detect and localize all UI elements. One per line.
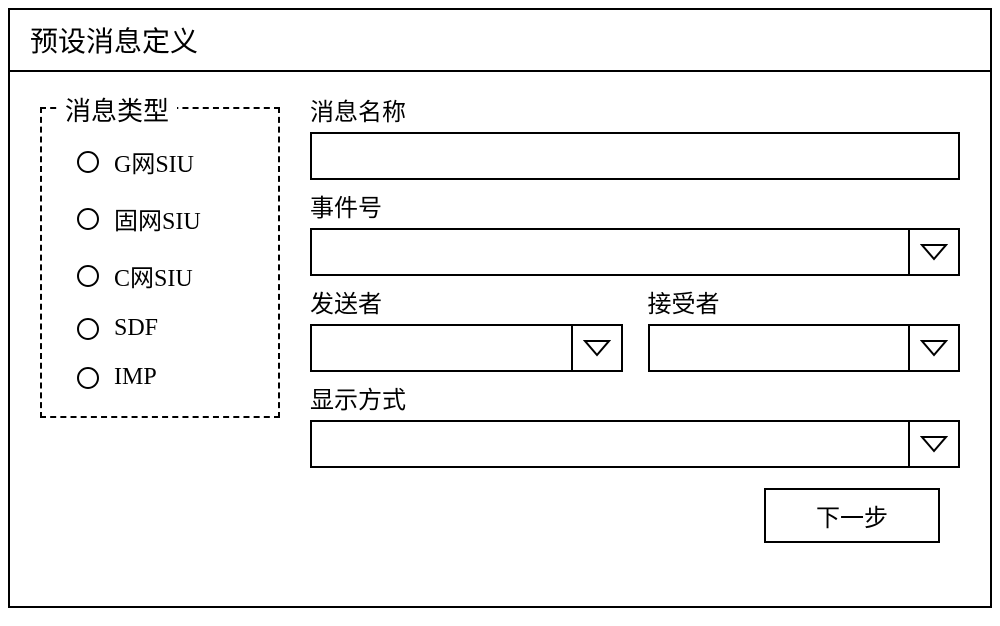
radio-icon bbox=[77, 318, 99, 340]
next-button-label: 下一步 bbox=[816, 506, 888, 532]
display-mode-label: 显示方式 bbox=[310, 380, 960, 415]
right-panel: 消息名称 事件号 发送者 bbox=[310, 92, 960, 597]
radio-sdf[interactable]: SDF bbox=[77, 315, 263, 342]
window-title: 预设消息定义 bbox=[30, 27, 198, 58]
event-number-value bbox=[312, 230, 908, 274]
radio-label: IMP bbox=[114, 364, 157, 391]
receiver-group: 接受者 bbox=[648, 284, 961, 372]
display-mode-value bbox=[312, 422, 908, 466]
radio-label: SDF bbox=[114, 315, 158, 342]
receiver-value bbox=[650, 326, 909, 370]
receiver-label: 接受者 bbox=[648, 284, 961, 319]
dialog-window: 预设消息定义 消息类型 G网SIU 固网SIU C网SIU bbox=[8, 8, 992, 608]
radio-fixed-siu[interactable]: 固网SIU bbox=[77, 201, 263, 236]
radio-label: C网SIU bbox=[114, 258, 193, 293]
event-number-group: 事件号 bbox=[310, 188, 960, 276]
sender-value bbox=[312, 326, 571, 370]
left-panel: 消息类型 G网SIU 固网SIU C网SIU bbox=[40, 92, 280, 597]
display-mode-group: 显示方式 bbox=[310, 380, 960, 468]
message-name-input[interactable] bbox=[310, 132, 960, 180]
radio-icon bbox=[77, 208, 99, 230]
radio-c-siu[interactable]: C网SIU bbox=[77, 258, 263, 293]
title-bar: 预设消息定义 bbox=[10, 10, 990, 72]
next-button[interactable]: 下一步 bbox=[764, 488, 940, 543]
message-name-label: 消息名称 bbox=[310, 92, 960, 127]
sender-dropdown[interactable] bbox=[310, 324, 623, 372]
content-area: 消息类型 G网SIU 固网SIU C网SIU bbox=[10, 72, 990, 612]
chevron-down-icon bbox=[908, 230, 958, 274]
display-mode-dropdown[interactable] bbox=[310, 420, 960, 468]
radio-imp[interactable]: IMP bbox=[77, 364, 263, 391]
radio-icon bbox=[77, 265, 99, 287]
sender-receiver-row: 发送者 接受者 bbox=[310, 284, 960, 372]
radio-label: 固网SIU bbox=[114, 201, 201, 236]
message-type-fieldset: 消息类型 G网SIU 固网SIU C网SIU bbox=[40, 107, 280, 418]
event-number-label: 事件号 bbox=[310, 188, 960, 223]
message-type-legend: 消息类型 bbox=[57, 91, 177, 128]
radio-label: G网SIU bbox=[114, 144, 194, 179]
radio-icon bbox=[77, 151, 99, 173]
message-type-radio-group: G网SIU 固网SIU C网SIU SDF bbox=[57, 129, 263, 391]
radio-g-siu[interactable]: G网SIU bbox=[77, 144, 263, 179]
sender-group: 发送者 bbox=[310, 284, 623, 372]
radio-icon bbox=[77, 367, 99, 389]
sender-label: 发送者 bbox=[310, 284, 623, 319]
event-number-dropdown[interactable] bbox=[310, 228, 960, 276]
message-name-group: 消息名称 bbox=[310, 92, 960, 180]
chevron-down-icon bbox=[908, 326, 958, 370]
chevron-down-icon bbox=[908, 422, 958, 466]
receiver-dropdown[interactable] bbox=[648, 324, 961, 372]
button-row: 下一步 bbox=[310, 488, 960, 543]
chevron-down-icon bbox=[571, 326, 621, 370]
